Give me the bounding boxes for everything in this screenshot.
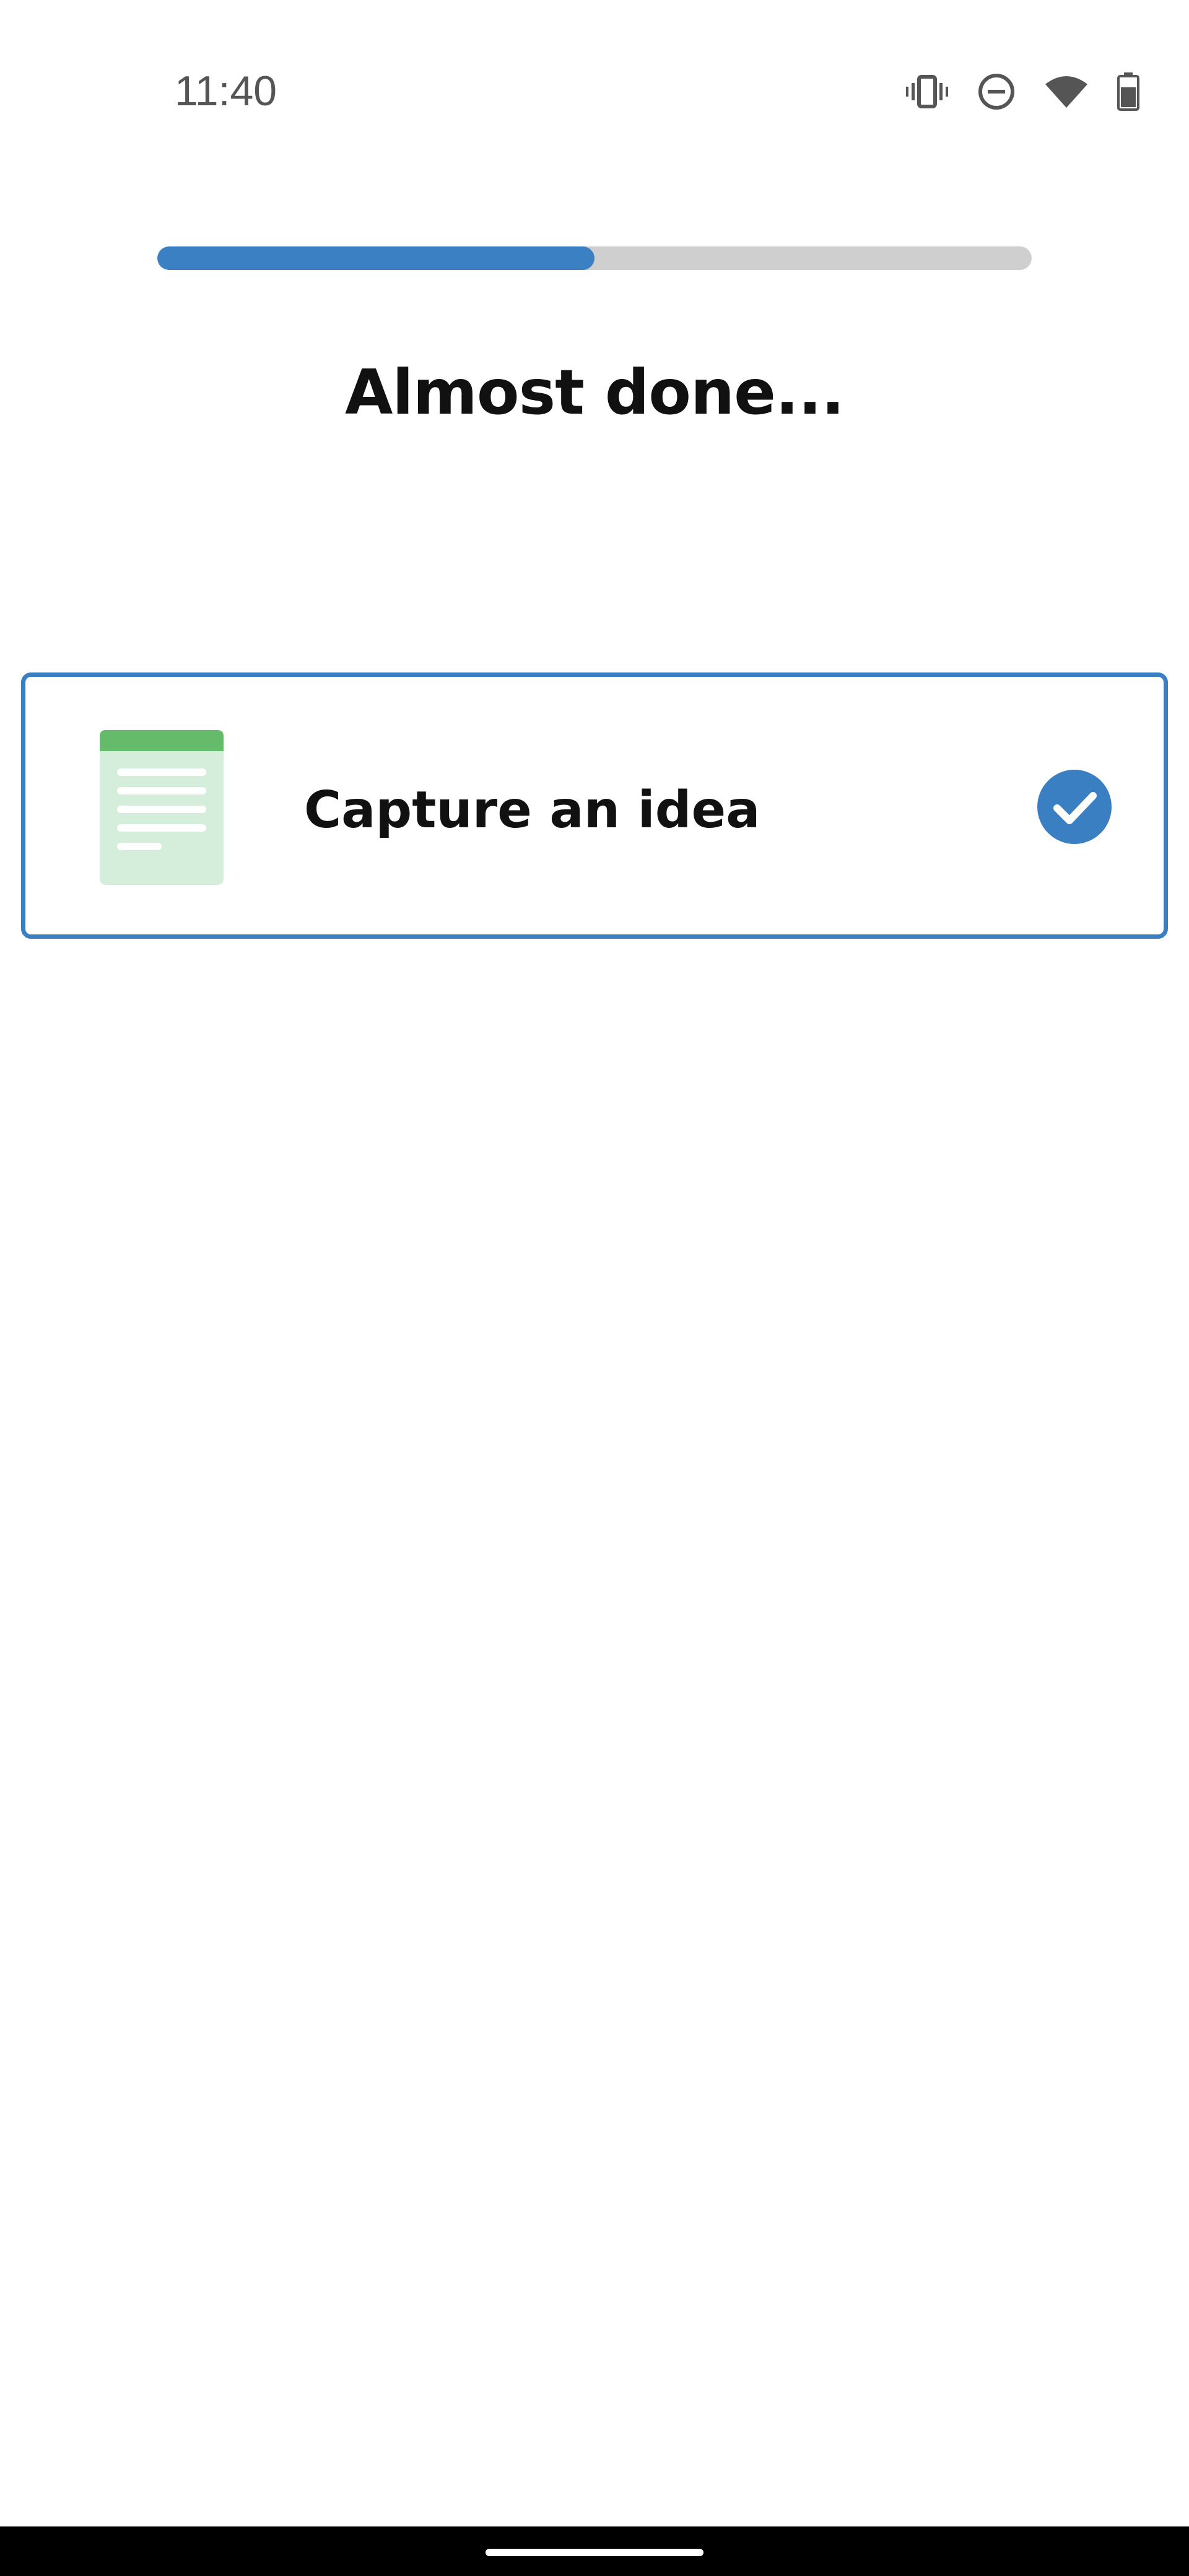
battery-icon [1117, 72, 1139, 111]
do-not-disturb-icon [977, 72, 1016, 111]
note-document-icon [100, 730, 224, 885]
status-bar: 11:40 [0, 0, 1189, 186]
progress-bar [157, 246, 1032, 270]
option-label: Capture an idea [304, 781, 760, 840]
status-time: 11:40 [175, 67, 277, 115]
home-gesture-handle[interactable] [486, 2549, 703, 2556]
option-card-capture-idea[interactable]: Capture an idea [21, 672, 1168, 939]
check-circle-icon [1037, 770, 1112, 844]
progress-fill [157, 246, 594, 270]
vibrate-icon [905, 74, 949, 109]
navigation-bar [0, 2526, 1189, 2576]
status-icons [905, 67, 1139, 116]
wifi-icon [1044, 74, 1089, 109]
page-title: Almost done... [345, 356, 845, 429]
